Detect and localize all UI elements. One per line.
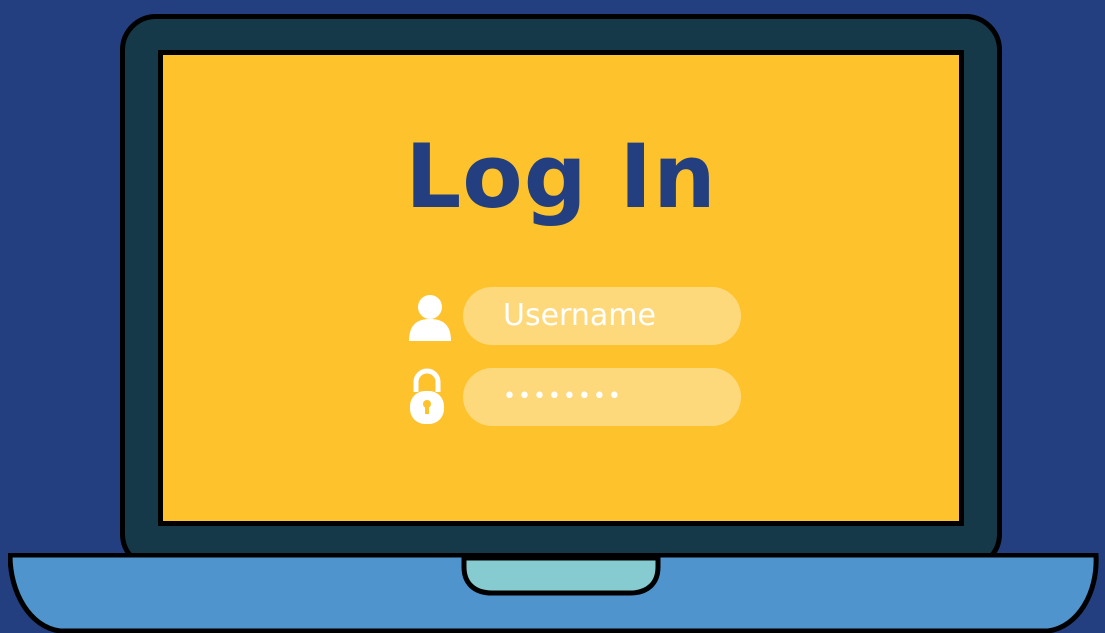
username-field[interactable]: Username — [463, 287, 741, 345]
laptop-screen: Log In Username •••••••• — [158, 50, 964, 526]
lock-icon — [407, 366, 447, 430]
trackpad-notch — [461, 555, 661, 596]
laptop-base — [8, 553, 1099, 633]
login-title: Log In — [405, 125, 717, 228]
laptop-login-illustration: Log In Username •••••••• — [0, 0, 1105, 633]
password-field[interactable]: •••••••• — [463, 368, 741, 426]
user-icon — [407, 293, 453, 345]
